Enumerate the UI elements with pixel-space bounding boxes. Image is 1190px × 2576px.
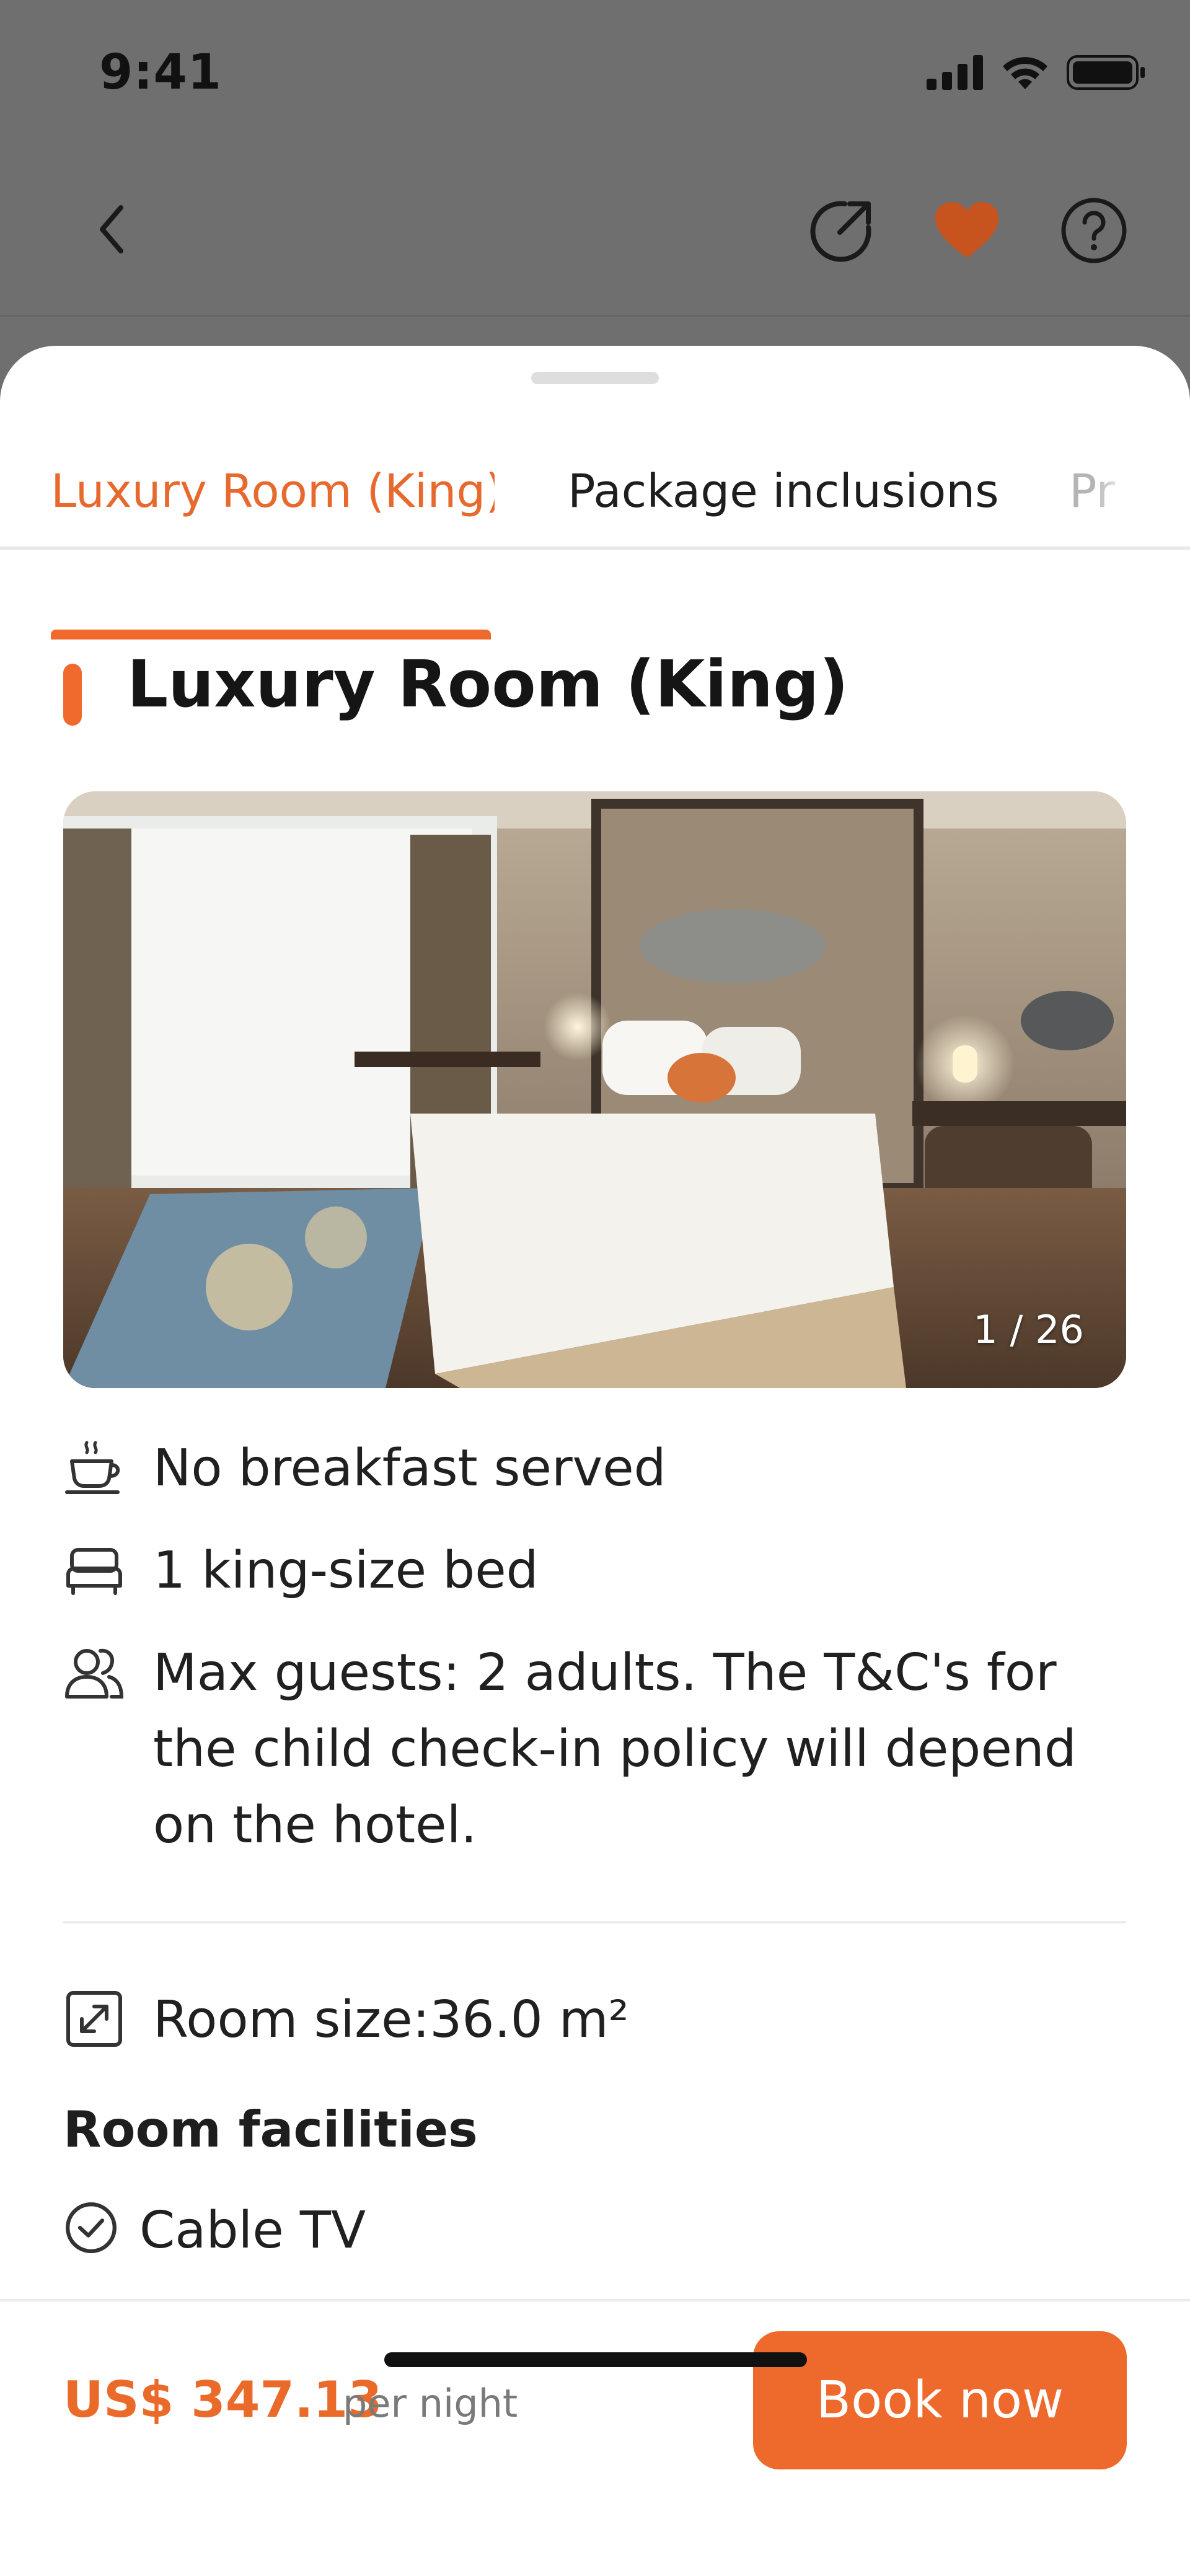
feature-text: Max guests: 2 adults. The T&C's for the …: [153, 1643, 1077, 1855]
photo-counter: 1 / 26: [973, 1307, 1084, 1352]
help-button[interactable]: [1060, 196, 1128, 265]
share-icon: [810, 201, 871, 262]
room-facilities-heading: Room facilities: [63, 2101, 478, 2158]
guests-icon: [65, 1648, 124, 1699]
back-icon: [100, 205, 123, 253]
feature-text: Room size:36.0 m²: [153, 1990, 629, 2049]
section-divider: [63, 1921, 1126, 1923]
per-night-label: per night: [343, 2381, 518, 2426]
room-detail-sheet: Luxury Room (King) Package inclusions Pr…: [0, 346, 1190, 2576]
feature-text: 1 king-size bed: [153, 1541, 539, 1600]
signal-icon: [927, 55, 983, 90]
book-now-button[interactable]: Book now: [753, 2331, 1127, 2469]
status-icons: [927, 51, 1146, 94]
expand-icon: [66, 1991, 122, 2047]
price: US$ 347.13: [63, 2371, 382, 2429]
tab-divider: [0, 547, 1190, 550]
home-indicator: [384, 2352, 807, 2367]
room-photo-illustration: [63, 791, 1126, 1388]
bed-icon: [66, 1548, 122, 1595]
help-icon: [1061, 198, 1127, 263]
active-tab-indicator: [51, 630, 491, 640]
heart-icon: [935, 202, 998, 258]
favorite-button[interactable]: [933, 200, 1001, 262]
check-circle-icon: [66, 2202, 117, 2253]
room-photo[interactable]: 1 / 26: [63, 791, 1126, 1388]
booking-bar: US$ 347.13 per night Book now: [0, 2299, 1190, 2576]
wifi-icon: [1003, 57, 1047, 89]
status-time: 9:41: [99, 45, 223, 100]
facility-text: Cable TV: [139, 2201, 366, 2260]
tab-package-inclusions[interactable]: Package inclusions: [568, 439, 1002, 552]
drag-handle[interactable]: [531, 372, 659, 384]
nav-divider: [0, 315, 1190, 317]
room-title: Luxury Room (King): [127, 646, 849, 722]
share-button[interactable]: [808, 196, 876, 265]
tab-luxury-room-king[interactable]: Luxury Room (King): [51, 439, 495, 552]
feature-text: No breakfast served: [153, 1439, 666, 1498]
title-accent-bar: [63, 664, 82, 726]
tab-bar: Luxury Room (King) Package inclusions Pr: [0, 439, 1190, 640]
tab-partial[interactable]: Pr: [1069, 439, 1131, 552]
battery-icon: [1067, 55, 1145, 90]
back-button[interactable]: [81, 198, 143, 260]
coffee-cup-icon: [65, 1441, 120, 1494]
